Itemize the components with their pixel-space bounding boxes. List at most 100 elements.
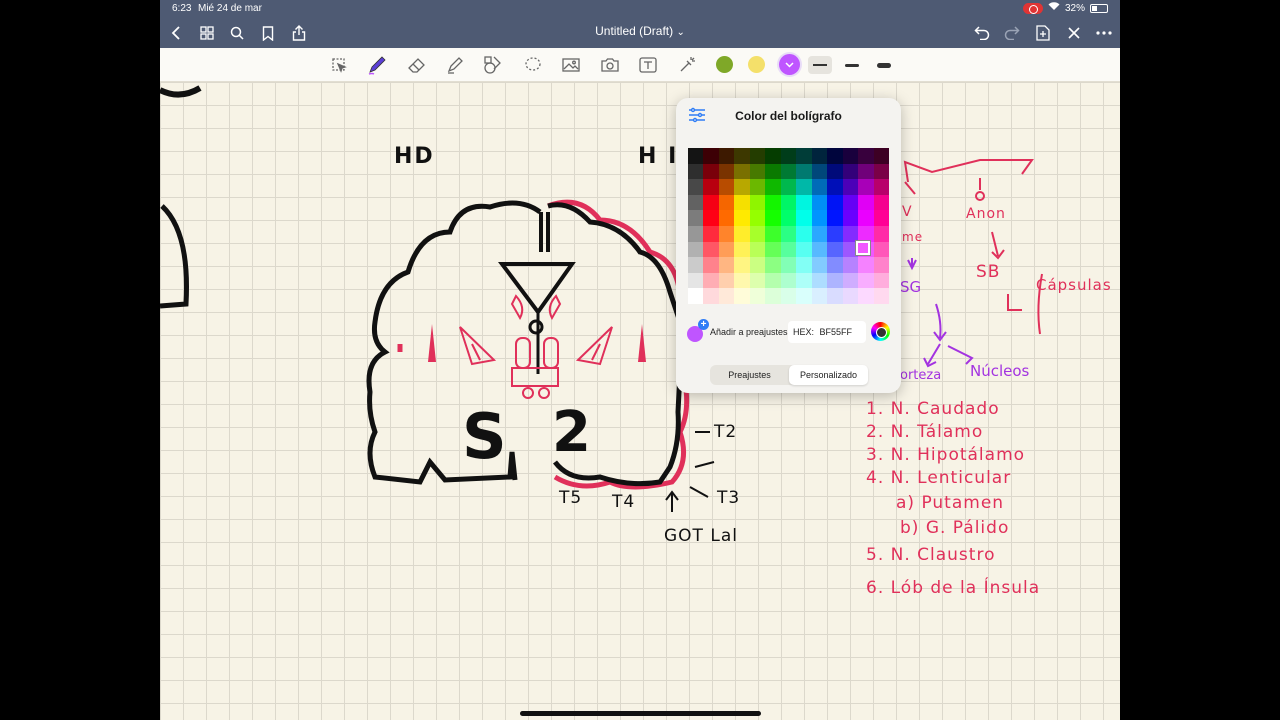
color-cell[interactable] bbox=[827, 179, 843, 195]
color-cell[interactable] bbox=[780, 194, 797, 211]
color-cell[interactable] bbox=[827, 163, 843, 180]
search-button[interactable] bbox=[225, 22, 249, 44]
color-cell[interactable] bbox=[734, 194, 750, 211]
laser-tool[interactable] bbox=[674, 53, 700, 77]
hex-input[interactable]: HEX: BF55FF bbox=[788, 321, 866, 343]
color-cell[interactable] bbox=[718, 210, 735, 226]
color-cell[interactable] bbox=[827, 210, 843, 226]
color-cell[interactable] bbox=[842, 226, 859, 242]
color-cell[interactable] bbox=[873, 226, 889, 242]
color-cell[interactable] bbox=[796, 163, 812, 180]
color-cell[interactable] bbox=[688, 288, 704, 304]
color-cell[interactable] bbox=[842, 179, 859, 195]
color-cell[interactable] bbox=[718, 148, 735, 164]
color-cell[interactable] bbox=[688, 179, 704, 195]
lasso-tool[interactable] bbox=[520, 53, 546, 77]
color-cell[interactable] bbox=[873, 210, 889, 226]
color-cell[interactable] bbox=[734, 257, 750, 273]
color-cell[interactable] bbox=[873, 257, 889, 273]
text-tool[interactable] bbox=[635, 53, 661, 77]
color-cell[interactable] bbox=[734, 163, 750, 180]
color-cell[interactable] bbox=[718, 179, 735, 195]
color-cell[interactable] bbox=[734, 288, 750, 304]
color-cell[interactable] bbox=[703, 179, 719, 195]
color-cell[interactable] bbox=[734, 241, 750, 258]
color-cell[interactable] bbox=[811, 226, 828, 242]
color-cell[interactable] bbox=[811, 210, 828, 226]
color-cell[interactable] bbox=[765, 257, 781, 273]
color-cell[interactable] bbox=[858, 226, 874, 242]
color-cell[interactable] bbox=[688, 194, 704, 211]
color-cell[interactable] bbox=[765, 241, 781, 258]
color-swatch-green[interactable] bbox=[716, 56, 733, 73]
tab-custom[interactable]: Personalizado bbox=[789, 365, 868, 385]
color-cell[interactable] bbox=[749, 148, 766, 164]
screen-recording-icon[interactable] bbox=[1022, 2, 1043, 14]
color-cell[interactable] bbox=[873, 163, 889, 180]
color-cell[interactable] bbox=[780, 163, 797, 180]
color-cell[interactable] bbox=[688, 272, 704, 289]
add-page-button[interactable] bbox=[1031, 22, 1055, 44]
color-cell[interactable] bbox=[780, 288, 797, 304]
color-cell[interactable] bbox=[796, 194, 812, 211]
color-cell[interactable] bbox=[780, 226, 797, 242]
color-cell[interactable] bbox=[858, 194, 874, 211]
color-cell[interactable] bbox=[765, 210, 781, 226]
color-cell[interactable] bbox=[796, 226, 812, 242]
color-cell[interactable] bbox=[858, 288, 874, 304]
color-cell[interactable] bbox=[796, 241, 812, 258]
color-cell[interactable] bbox=[796, 148, 812, 164]
chevron-down-icon[interactable]: ⌄ bbox=[676, 27, 684, 38]
color-cell[interactable] bbox=[703, 148, 719, 164]
color-cell[interactable] bbox=[858, 163, 874, 180]
color-cell[interactable] bbox=[827, 241, 843, 258]
color-cell[interactable] bbox=[796, 257, 812, 273]
color-cell[interactable] bbox=[780, 257, 797, 273]
color-cell[interactable] bbox=[718, 194, 735, 211]
color-cell[interactable] bbox=[811, 163, 828, 180]
color-cell[interactable] bbox=[765, 194, 781, 211]
color-cell[interactable] bbox=[858, 148, 874, 164]
color-cell[interactable] bbox=[873, 194, 889, 211]
color-cell[interactable] bbox=[703, 194, 719, 211]
color-cell[interactable] bbox=[780, 210, 797, 226]
color-cell[interactable] bbox=[873, 179, 889, 195]
color-cell[interactable] bbox=[765, 179, 781, 195]
stroke-thin[interactable] bbox=[808, 56, 832, 74]
color-cell[interactable] bbox=[749, 257, 766, 273]
color-cell[interactable] bbox=[811, 194, 828, 211]
color-cell[interactable] bbox=[703, 257, 719, 273]
color-cell[interactable] bbox=[765, 163, 781, 180]
color-cell[interactable] bbox=[842, 194, 859, 211]
color-cell[interactable] bbox=[734, 226, 750, 242]
color-cell[interactable] bbox=[765, 226, 781, 242]
color-cell[interactable] bbox=[873, 272, 889, 289]
color-cell[interactable] bbox=[734, 148, 750, 164]
camera-tool[interactable] bbox=[597, 53, 623, 77]
color-cell[interactable] bbox=[703, 272, 719, 289]
color-cell[interactable] bbox=[688, 163, 704, 180]
color-cell[interactable] bbox=[703, 241, 719, 258]
pen-tool[interactable] bbox=[364, 53, 390, 77]
color-cell[interactable] bbox=[827, 272, 843, 289]
color-wheel-icon[interactable] bbox=[871, 322, 890, 341]
color-cell[interactable] bbox=[858, 257, 874, 273]
color-swatch-purple-active[interactable] bbox=[779, 54, 800, 75]
color-cell[interactable] bbox=[703, 163, 719, 180]
color-cell[interactable] bbox=[765, 272, 781, 289]
color-cell[interactable] bbox=[765, 148, 781, 164]
eraser-tool[interactable] bbox=[404, 53, 430, 77]
color-cell[interactable] bbox=[718, 288, 735, 304]
back-button[interactable] bbox=[164, 22, 188, 44]
color-cell[interactable] bbox=[827, 288, 843, 304]
color-cell[interactable] bbox=[811, 179, 828, 195]
color-cell[interactable] bbox=[873, 288, 889, 304]
color-cell[interactable] bbox=[718, 163, 735, 180]
color-cell[interactable] bbox=[858, 179, 874, 195]
color-cell[interactable] bbox=[858, 210, 874, 226]
more-button[interactable] bbox=[1092, 22, 1116, 44]
redo-button[interactable] bbox=[1000, 22, 1024, 44]
color-cell[interactable] bbox=[827, 148, 843, 164]
color-cell[interactable] bbox=[796, 210, 812, 226]
color-grid[interactable] bbox=[688, 148, 889, 304]
